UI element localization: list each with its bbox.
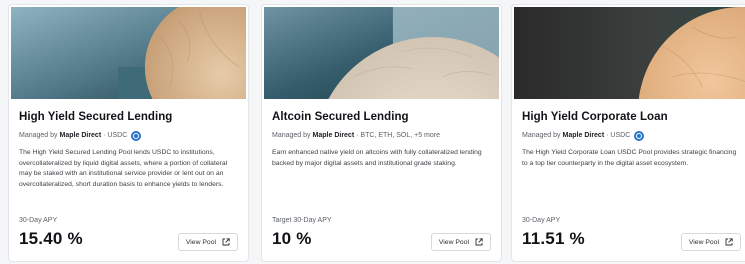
managed-by-label: Managed by [272, 132, 311, 139]
manager-name: Maple Direct [59, 132, 102, 139]
apy-value: 11.51 % [522, 229, 585, 248]
pool-card-artwork [11, 7, 246, 99]
managed-by-label: Managed by [19, 132, 58, 139]
pool-title: High Yield Secured Lending [19, 111, 173, 123]
pool-title: High Yield Corporate Loan [522, 111, 668, 123]
view-pool-button[interactable]: View Pool [680, 233, 741, 251]
apy-label: Target 30-Day APY [272, 217, 332, 224]
pool-card-artwork [264, 7, 499, 99]
managed-by-label: Managed by [522, 132, 561, 139]
pool-card-high-yield-corporate-loan[interactable]: High Yield Corporate Loan Managed by Map… [511, 4, 745, 262]
pool-manager-line: Managed by Maple Direct · BTC, ETH, SOL,… [272, 130, 491, 141]
pool-assets: · BTC, ETH, SOL, +5 more [356, 132, 440, 139]
apy-label: 30-Day APY [522, 217, 561, 224]
manager-name: Maple Direct [562, 132, 605, 139]
usdc-icon [131, 130, 142, 141]
pool-manager-line: Managed by Maple Direct · USDC [19, 130, 238, 141]
pool-description: The High Yield Secured Lending Pool lend… [19, 149, 228, 188]
usdc-icon [634, 130, 645, 141]
external-link-icon [475, 238, 483, 246]
view-pool-label: View Pool [688, 238, 719, 246]
pool-card-altcoin-secured-lending[interactable]: Altcoin Secured Lending Managed by Maple… [261, 4, 502, 262]
pool-description: The High Yield Corporate Loan USDC Pool … [522, 149, 737, 167]
pool-card-artwork [514, 7, 745, 99]
manager-name: Maple Direct [312, 132, 355, 139]
view-pool-label: View Pool [438, 238, 469, 246]
pool-title: Altcoin Secured Lending [272, 111, 409, 123]
view-pool-button[interactable]: View Pool [430, 233, 491, 251]
apy-value: 15.40 % [19, 229, 83, 248]
pool-card-row: High Yield Secured Lending Managed by Ma… [0, 0, 745, 264]
pool-description: Earn enhanced native yield on altcoins w… [272, 149, 482, 167]
apy-label: 30-Day APY [19, 217, 58, 224]
view-pool-button[interactable]: View Pool [177, 233, 238, 251]
pool-manager-line: Managed by Maple Direct · USDC [522, 130, 741, 141]
view-pool-label: View Pool [185, 238, 216, 246]
external-link-icon [222, 238, 230, 246]
pool-assets: · USDC [103, 132, 128, 139]
pool-assets: · USDC [606, 132, 631, 139]
external-link-icon [725, 238, 733, 246]
apy-value: 10 % [272, 229, 312, 248]
pool-card-high-yield-secured-lending[interactable]: High Yield Secured Lending Managed by Ma… [8, 4, 249, 262]
